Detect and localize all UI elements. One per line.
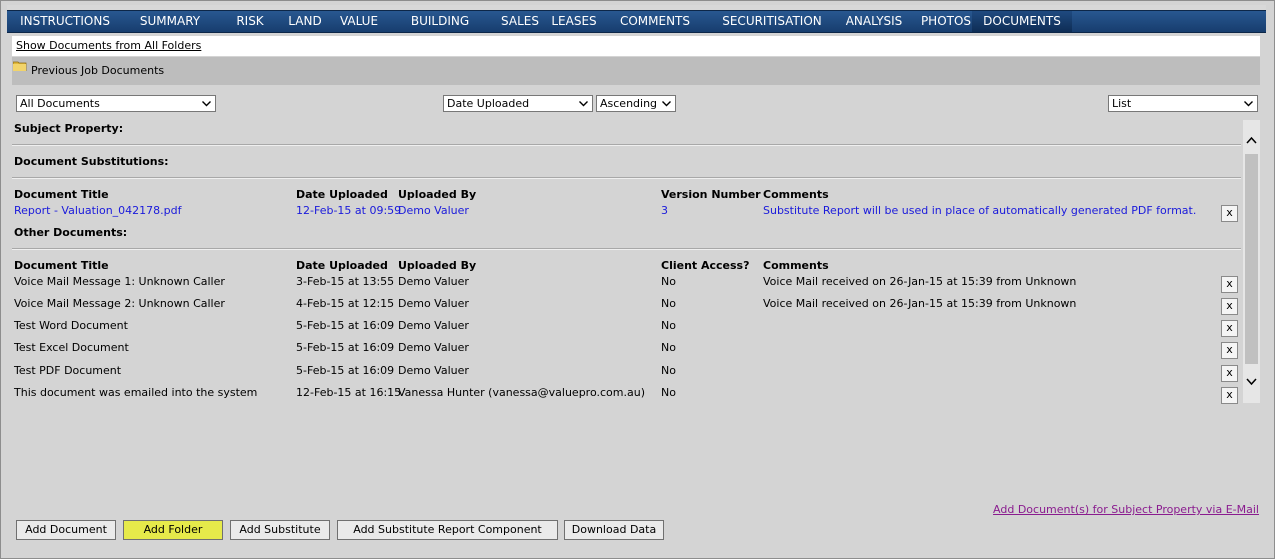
document-client-access: No [661,297,676,310]
subject-property-heading: Subject Property: [14,122,124,135]
tab-comments[interactable]: COMMENTS [597,11,713,32]
substitution-document-title[interactable]: Report - Valuation_042178.pdf [14,204,182,217]
column-header-uploaded-by: Uploaded By [398,188,477,201]
tab-bar: INSTRUCTIONS SUMMARY RISK LAND VALUE BUI… [7,5,1266,33]
delete-document-button[interactable]: x [1221,276,1238,293]
folder-icon [13,61,27,71]
chevron-down-icon [662,101,671,107]
chevron-down-icon [579,101,588,107]
chevron-down-icon[interactable] [1246,377,1257,386]
tab-value[interactable]: VALUE [327,11,391,32]
add-substitute-report-component-button[interactable]: Add Substitute Report Component [337,520,558,540]
substitution-comments[interactable]: Substitute Report will be used in place … [763,204,1196,217]
substitution-version[interactable]: 3 [661,204,668,217]
show-all-folders-link[interactable]: Show Documents from All Folders [16,39,201,52]
delete-document-button[interactable]: x [1221,387,1238,404]
document-client-access: No [661,364,676,377]
delete-document-button[interactable]: x [1221,320,1238,337]
tab-leases[interactable]: LEASES [551,11,597,32]
document-date: 5-Feb-15 at 16:09 [296,341,395,354]
divider [12,248,1241,250]
document-title[interactable]: Test Word Document [14,319,128,332]
tab-securitisation[interactable]: SECURITISATION [713,11,831,32]
document-substitutions-heading: Document Substitutions: [14,155,169,168]
document-uploaded-by: Demo Valuer [398,275,469,288]
sort-order-select-value: Ascending [600,97,658,110]
document-comments: Voice Mail received on 26-Jan-15 at 15:3… [763,297,1077,310]
scrollbar-thumb[interactable] [1245,154,1258,364]
add-substitute-button[interactable]: Add Substitute [230,520,330,540]
document-list-scrollbar[interactable] [1243,120,1260,403]
document-client-access: No [661,341,676,354]
add-document-button[interactable]: Add Document [16,520,116,540]
document-uploaded-by: Demo Valuer [398,364,469,377]
column-header-uploaded-by: Uploaded By [398,259,477,272]
document-uploaded-by: Demo Valuer [398,341,469,354]
document-title[interactable]: Voice Mail Message 1: Unknown Caller [14,275,225,288]
tab-risk[interactable]: RISK [217,11,283,32]
document-date: 3-Feb-15 at 13:55 [296,275,395,288]
document-title[interactable]: Test PDF Document [14,364,121,377]
sort-by-select[interactable]: Date Uploaded [443,95,593,112]
document-client-access: No [661,386,676,399]
column-header-document-title: Document Title [14,259,109,272]
document-uploaded-by: Vanessa Hunter (vanessa@valuepro.com.au) [398,386,645,399]
column-header-document-title: Document Title [14,188,109,201]
tab-instructions[interactable]: INSTRUCTIONS [7,11,123,32]
chevron-down-icon [1244,101,1253,107]
substitution-uploaded-by[interactable]: Demo Valuer [398,204,469,217]
category-select[interactable]: All Documents [16,95,216,112]
column-header-date-uploaded: Date Uploaded [296,259,388,272]
document-client-access: No [661,275,676,288]
column-header-comments: Comments [763,188,829,201]
document-uploaded-by: Demo Valuer [398,319,469,332]
app-window: INSTRUCTIONS SUMMARY RISK LAND VALUE BUI… [0,0,1275,559]
show-all-bar: Show Documents from All Folders [12,36,1260,56]
document-date: 12-Feb-15 at 16:15 [296,386,402,399]
document-title[interactable]: Voice Mail Message 2: Unknown Caller [14,297,225,310]
column-header-client-access: Client Access? [661,259,750,272]
other-documents-heading: Other Documents: [14,226,128,239]
view-select-value: List [1112,97,1132,110]
column-header-date-uploaded: Date Uploaded [296,188,388,201]
sort-by-select-value: Date Uploaded [447,97,530,110]
document-date: 5-Feb-15 at 16:09 [296,319,395,332]
add-folder-button[interactable]: Add Folder [123,520,223,540]
document-title[interactable]: This document was emailed into the syste… [14,386,257,399]
tab-photos[interactable]: PHOTOS [917,11,975,32]
tab-sales[interactable]: SALES [489,11,551,32]
folder-bar: Previous Job Documents [12,57,1260,85]
tab-summary[interactable]: SUMMARY [123,11,217,32]
divider [12,177,1241,179]
chevron-down-icon [202,101,211,107]
add-documents-via-email-link[interactable]: Add Document(s) for Subject Property via… [993,503,1259,516]
tab-land[interactable]: LAND [283,11,327,32]
document-date: 5-Feb-15 at 16:09 [296,364,395,377]
download-data-button[interactable]: Download Data [564,520,664,540]
delete-document-button[interactable]: x [1221,365,1238,382]
chevron-up-icon[interactable] [1246,136,1257,145]
delete-document-button[interactable]: x [1221,342,1238,359]
substitution-date[interactable]: 12-Feb-15 at 09:59 [296,204,401,217]
document-client-access: No [661,319,676,332]
folder-label-previous-job-documents[interactable]: Previous Job Documents [31,64,164,77]
delete-document-button[interactable]: x [1221,298,1238,315]
tab-building[interactable]: BUILDING [391,11,489,32]
delete-substitution-button[interactable]: x [1221,205,1238,222]
column-header-version-number: Version Number [661,188,761,201]
sort-order-select[interactable]: Ascending [596,95,676,112]
tab-documents[interactable]: DOCUMENTS [972,11,1072,32]
column-header-comments: Comments [763,259,829,272]
divider [12,144,1241,146]
view-select[interactable]: List [1108,95,1258,112]
document-comments: Voice Mail received on 26-Jan-15 at 15:3… [763,275,1077,288]
document-date: 4-Feb-15 at 12:15 [296,297,395,310]
document-uploaded-by: Demo Valuer [398,297,469,310]
document-title[interactable]: Test Excel Document [14,341,129,354]
category-select-value: All Documents [20,97,100,110]
tab-analysis[interactable]: ANALYSIS [831,11,917,32]
